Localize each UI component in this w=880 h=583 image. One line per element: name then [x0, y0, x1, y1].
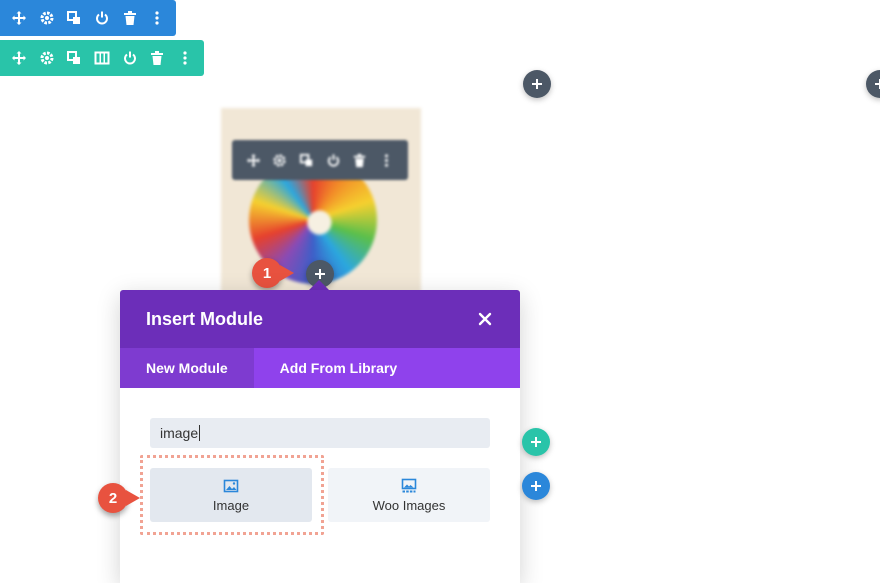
- callout-step-1: 1: [252, 258, 294, 288]
- gear-icon[interactable]: [36, 7, 58, 29]
- more-icon[interactable]: [174, 47, 196, 69]
- module-option-image[interactable]: Image: [150, 468, 312, 522]
- trash-icon[interactable]: [352, 153, 367, 168]
- plus-icon: [315, 269, 325, 279]
- tab-add-from-library[interactable]: Add From Library: [254, 348, 423, 388]
- callout-number: 2: [108, 489, 118, 507]
- tab-new-module[interactable]: New Module: [120, 348, 254, 388]
- move-icon[interactable]: [8, 7, 30, 29]
- close-icon: [478, 312, 492, 326]
- modal-title: Insert Module: [146, 308, 264, 329]
- gear-icon[interactable]: [36, 47, 58, 69]
- callout-step-2: 2: [98, 483, 140, 513]
- text-caret: [199, 425, 201, 441]
- module-label: Image: [212, 497, 250, 513]
- power-icon[interactable]: [91, 7, 113, 29]
- add-section-button[interactable]: [522, 472, 550, 500]
- plus-icon: [532, 79, 542, 89]
- plus-icon: [875, 79, 880, 89]
- search-value: image: [160, 425, 199, 441]
- module-search-input[interactable]: image: [150, 418, 490, 448]
- modal-tabs: New Module Add From Library: [120, 348, 520, 388]
- move-icon[interactable]: [8, 47, 30, 69]
- add-row-button[interactable]: [522, 428, 550, 456]
- close-button[interactable]: [476, 310, 494, 328]
- duplicate-icon[interactable]: [63, 7, 85, 29]
- columns-icon[interactable]: [91, 47, 113, 69]
- add-module-button-column-2[interactable]: [523, 70, 551, 98]
- trash-icon[interactable]: [147, 47, 169, 69]
- power-icon[interactable]: [326, 153, 341, 168]
- image-icon: [223, 479, 239, 492]
- module-toolbar: [232, 140, 408, 180]
- plus-icon: [531, 437, 541, 447]
- module-option-woo-images[interactable]: Woo Images: [328, 468, 490, 522]
- duplicate-icon[interactable]: [299, 153, 314, 168]
- plus-icon: [531, 481, 541, 491]
- more-icon[interactable]: [146, 7, 168, 29]
- row-toolbar: [0, 40, 204, 76]
- module-label: Woo Images: [372, 497, 446, 513]
- gallery-icon: [401, 478, 417, 492]
- move-icon[interactable]: [246, 153, 261, 168]
- insert-module-modal: Insert Module New Module Add From Librar…: [120, 290, 520, 583]
- callout-number: 1: [262, 264, 272, 282]
- add-module-button-column-3[interactable]: [866, 70, 880, 98]
- power-icon[interactable]: [119, 47, 141, 69]
- trash-icon[interactable]: [119, 7, 141, 29]
- duplicate-icon[interactable]: [63, 47, 85, 69]
- modal-header: Insert Module: [120, 290, 520, 348]
- gear-icon[interactable]: [272, 153, 287, 168]
- section-toolbar: [0, 0, 176, 36]
- more-icon[interactable]: [379, 153, 394, 168]
